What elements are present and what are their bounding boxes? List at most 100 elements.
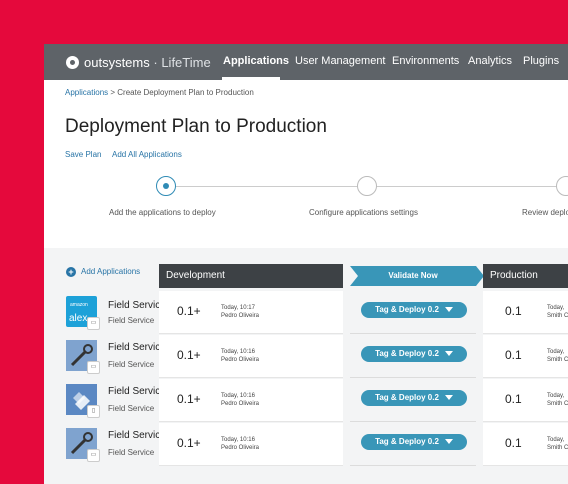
tag-deploy-label: Tag & Deploy 0.2 (375, 437, 439, 446)
dev-time: Today, 10:16 (221, 349, 255, 355)
app-name[interactable]: Field Service (108, 430, 166, 441)
action-cell: Tag & Deploy 0.2 (350, 291, 476, 334)
breadcrumb-current: > Create Deployment Plan to Production (110, 88, 254, 97)
caret-down-icon (444, 395, 453, 401)
action-cell: Tag & Deploy 0.2 (350, 423, 476, 466)
app-name[interactable]: Field Service (108, 342, 166, 353)
dev-version: 0.1+ (177, 348, 201, 362)
lifetime-window: outsystems · LifeTime Applications User … (44, 44, 568, 484)
action-cell: Tag & Deploy 0.2 (350, 335, 476, 378)
dev-time: Today, 10:16 (221, 437, 255, 443)
table-row: amazon alex ▭ Field Service Field Service… (44, 291, 568, 335)
nav-applications[interactable]: Applications (223, 55, 289, 67)
add-applications-button[interactable]: + Add Applications (66, 267, 140, 277)
nav-user-management[interactable]: User Management (295, 55, 386, 67)
tag-deploy-button[interactable]: Tag & Deploy 0.2 (361, 302, 467, 318)
prod-time: Today, (547, 437, 565, 443)
alexa-icon: amazon alex ▭ (66, 296, 100, 330)
tag-deploy-button[interactable]: Tag & Deploy 0.2 (361, 434, 467, 450)
dev-user: Pedro Oliveira (221, 357, 260, 363)
dev-version-info: Today, 10:16 Pedro Oliveira (221, 392, 259, 408)
outsystems-logo-icon (66, 56, 79, 69)
caret-down-icon (444, 351, 453, 357)
logo-product: LifeTime (161, 55, 211, 70)
development-cell: 0.1+ Today, 10:16 Pedro Oliveira (159, 335, 343, 378)
step-2-indicator[interactable] (357, 176, 377, 196)
dev-version: 0.1+ (177, 436, 201, 450)
step-1-indicator[interactable] (156, 176, 176, 196)
prod-version: 0.1 (505, 348, 522, 362)
column-development: Development (159, 264, 343, 288)
app-name[interactable]: Field Service (108, 300, 166, 311)
svg-text:amazon: amazon (70, 302, 88, 308)
document-icon: ▯ (66, 384, 100, 418)
development-cell: 0.1+ Today, 10:16 Pedro Oliveira (159, 423, 343, 466)
app-name[interactable]: Field Service (108, 386, 166, 397)
prod-user: Smith C (547, 357, 568, 363)
caret-down-icon (444, 307, 453, 313)
prod-time: Today, (547, 349, 565, 355)
prod-version-info: Today, Smith C (547, 436, 568, 452)
nav-environments[interactable]: Environments (392, 55, 459, 67)
column-production: Production (483, 264, 568, 288)
desktop-icon: ▭ (87, 449, 100, 462)
breadcrumb-applications[interactable]: Applications (65, 88, 108, 97)
development-cell: 0.1+ Today, 10:17 Pedro Oliveira (159, 291, 343, 334)
prod-user: Smith C (547, 401, 568, 407)
logo-brand: outsystems (84, 55, 150, 70)
wrench-icon: ▭ (66, 340, 100, 374)
nav-analytics[interactable]: Analytics (468, 55, 512, 67)
dev-version: 0.1+ (177, 304, 201, 318)
tag-deploy-label: Tag & Deploy 0.2 (375, 305, 439, 314)
prod-version-info: Today, Smith C (547, 304, 568, 320)
prod-version-info: Today, Smith C (547, 392, 568, 408)
step-3-label: Review deployment (522, 208, 568, 217)
prod-version: 0.1 (505, 436, 522, 450)
step-1-label: Add the applications to deploy (109, 208, 216, 217)
add-applications-label: Add Applications (81, 267, 141, 277)
logo-text[interactable]: outsystems · LifeTime (84, 55, 211, 70)
tag-deploy-button[interactable]: Tag & Deploy 0.2 (361, 346, 467, 362)
step-3-indicator[interactable] (556, 176, 568, 196)
prod-time: Today, (547, 393, 565, 399)
dev-version-info: Today, 10:17 Pedro Oliveira (221, 304, 259, 320)
dev-user: Pedro Oliveira (221, 313, 260, 319)
development-cell: 0.1+ Today, 10:16 Pedro Oliveira (159, 379, 343, 422)
production-cell: 0.1 Today, Smith C (483, 335, 568, 378)
mobile-icon: ▯ (87, 405, 100, 418)
app-subtitle: Field Service (108, 404, 155, 413)
production-cell: 0.1 Today, Smith C (483, 379, 568, 422)
table-row: ▭ Field Service Field Service 0.1+ Today… (44, 423, 568, 467)
prod-version: 0.1 (505, 304, 522, 318)
app-subtitle: Field Service (108, 360, 155, 369)
desktop-icon: ▭ (87, 317, 100, 330)
prod-user: Smith C (547, 445, 568, 451)
tag-deploy-button[interactable]: Tag & Deploy 0.2 (361, 390, 467, 406)
tag-deploy-label: Tag & Deploy 0.2 (375, 393, 439, 402)
wrench-icon: ▭ (66, 428, 100, 462)
caret-down-icon (444, 439, 453, 445)
breadcrumb: Applications > Create Deployment Plan to… (65, 88, 254, 97)
save-plan-link[interactable]: Save Plan (65, 150, 101, 159)
page-title: Deployment Plan to Production (65, 116, 327, 137)
dev-version-info: Today, 10:16 Pedro Oliveira (221, 348, 259, 364)
dev-version-info: Today, 10:16 Pedro Oliveira (221, 436, 259, 452)
step-2-label: Configure applications settings (309, 208, 418, 217)
prod-user: Smith C (547, 313, 568, 319)
app-subtitle: Field Service (108, 316, 155, 325)
dev-time: Today, 10:16 (221, 393, 255, 399)
svg-text:alex: alex (69, 313, 87, 324)
dev-user: Pedro Oliveira (221, 445, 260, 451)
plus-icon: + (66, 267, 76, 277)
validate-now-button[interactable]: Validate Now (350, 266, 484, 286)
nav-plugins[interactable]: Plugins (523, 55, 559, 67)
action-cell: Tag & Deploy 0.2 (350, 379, 476, 422)
tag-deploy-label: Tag & Deploy 0.2 (375, 349, 439, 358)
app-subtitle: Field Service (108, 448, 155, 457)
top-navigation: outsystems · LifeTime Applications User … (44, 44, 568, 80)
desktop-icon: ▭ (87, 361, 100, 374)
table-row: ▯ Field Service Field Service 0.1+ Today… (44, 379, 568, 423)
prod-version: 0.1 (505, 392, 522, 406)
add-all-applications-link[interactable]: Add All Applications (112, 150, 182, 159)
dev-time: Today, 10:17 (221, 305, 255, 311)
